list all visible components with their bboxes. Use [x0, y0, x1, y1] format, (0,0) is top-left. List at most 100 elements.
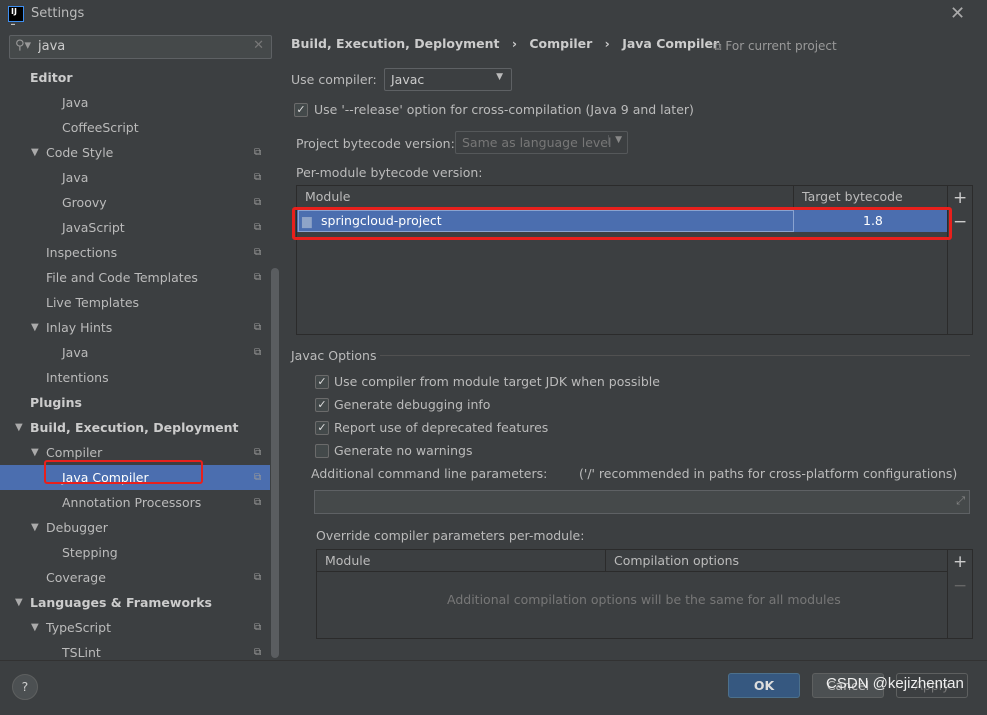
help-button[interactable]: ? — [12, 674, 38, 700]
close-icon[interactable]: ✕ — [950, 3, 965, 24]
sidebar-item[interactable]: JavaScript ⧉ — [0, 215, 270, 240]
sidebar-item[interactable]: Groovy ⧉ — [0, 190, 270, 215]
sidebar-item[interactable]: Inspections ⧉ — [0, 240, 270, 265]
sidebar-item-label: Inspections — [46, 245, 118, 260]
scope-label: ⧉ For current project — [713, 39, 837, 53]
sidebar-item-label: Coverage — [46, 570, 106, 585]
sidebar-item[interactable]: Live Templates — [0, 290, 270, 315]
javac-section-title: Javac Options — [291, 348, 377, 363]
clear-icon[interactable]: ✕ — [253, 38, 264, 53]
sidebar-scrollbar[interactable] — [271, 268, 279, 658]
release-option-checkbox[interactable]: ✓ — [294, 103, 308, 117]
sidebar-item[interactable]: Stepping — [0, 540, 270, 565]
sidebar-item[interactable]: ▼ Languages & Frameworks — [0, 590, 270, 615]
javac-option-label: Use compiler from module target JDK when… — [334, 374, 660, 389]
sidebar-item-label: Debugger — [46, 520, 108, 535]
project-scope-icon: ⧉ — [254, 472, 262, 483]
breadcrumb: Build, Execution, Deployment › Compiler … — [291, 36, 720, 51]
sidebar-item-label: Build, Execution, Deployment — [30, 420, 239, 435]
sidebar-item[interactable]: ▼ TypeScript ⧉ — [0, 615, 270, 640]
project-scope-icon: ⧉ — [254, 622, 262, 633]
sidebar-item[interactable]: ▼ Inlay Hints ⧉ — [0, 315, 270, 340]
sidebar-item-label: CoffeeScript — [62, 120, 139, 135]
sidebar-item[interactable]: Annotation Processors ⧉ — [0, 490, 270, 515]
sidebar-item[interactable]: Editor — [0, 65, 270, 90]
javac-option-checkbox[interactable]: ✓ — [315, 421, 329, 435]
project-scope-icon: ⧉ — [254, 347, 262, 358]
sidebar-item[interactable]: File and Code Templates ⧉ — [0, 265, 270, 290]
expand-arrow-icon[interactable]: ▼ — [15, 415, 23, 440]
sidebar-item-label: Languages & Frameworks — [30, 595, 212, 610]
sidebar-item[interactable]: ▼ Build, Execution, Deployment — [0, 415, 270, 440]
sidebar-item-label: TypeScript — [46, 620, 111, 635]
sidebar-item-label: Java — [62, 345, 89, 360]
javac-option-checkbox[interactable] — [315, 444, 329, 458]
add-icon[interactable]: + — [953, 188, 967, 208]
javac-option-label: Generate no warnings — [334, 443, 473, 458]
chevron-down-icon: ▼ — [608, 135, 622, 145]
sidebar-item[interactable]: Plugins — [0, 390, 270, 415]
use-compiler-label: Use compiler: — [291, 72, 377, 87]
sidebar-item-label: Groovy — [62, 195, 107, 210]
column-header-module[interactable]: Module — [317, 550, 606, 572]
sidebar-item-label: Annotation Processors — [62, 495, 202, 510]
expand-arrow-icon[interactable]: ▼ — [31, 515, 39, 540]
sidebar-item[interactable]: Java ⧉ — [0, 340, 270, 365]
bytecode-version-select[interactable]: Same as language level ▼ — [455, 131, 628, 154]
main-panel: Build, Execution, Deployment › Compiler … — [280, 28, 987, 660]
sidebar-item[interactable]: ▼ Code Style ⧉ — [0, 140, 270, 165]
javac-option-checkbox[interactable]: ✓ — [315, 375, 329, 389]
breadcrumb-item[interactable]: Compiler — [529, 36, 592, 51]
column-header-compilation-options[interactable]: Compilation options — [606, 550, 947, 572]
project-scope-icon: ⧉ — [254, 272, 262, 283]
search-input[interactable]: ⚲▾ ✕ — [9, 35, 272, 59]
expand-arrow-icon[interactable]: ▼ — [31, 440, 39, 465]
project-scope-icon: ⧉ — [254, 572, 262, 583]
ok-button[interactable]: OK — [728, 673, 800, 698]
sidebar-item-label: Live Templates — [46, 295, 140, 310]
project-scope-icon: ⧉ — [254, 497, 262, 508]
remove-icon[interactable]: − — [953, 212, 967, 232]
add-icon[interactable]: + — [953, 552, 967, 572]
title-bar: IJ _ Settings ✕ — [0, 0, 987, 28]
project-scope-icon: ⧉ — [254, 172, 262, 183]
sidebar-item-label: Editor — [30, 70, 73, 85]
search-icon: ⚲▾ — [15, 38, 32, 53]
empty-state-text: Additional compilation options will be t… — [447, 592, 841, 607]
expand-arrow-icon[interactable]: ▼ — [31, 140, 39, 165]
sidebar-item[interactable]: Intentions — [0, 365, 270, 390]
sidebar-item-label: Java — [62, 170, 89, 185]
breadcrumb-item[interactable]: Build, Execution, Deployment — [291, 36, 499, 51]
column-header-module[interactable]: Module — [297, 186, 794, 208]
javac-option-label: Report use of deprecated features — [334, 420, 549, 435]
sidebar-item-label: File and Code Templates — [46, 270, 198, 285]
column-header-target-version[interactable]: Target bytecode version — [794, 186, 947, 208]
additional-parameters-input[interactable]: ⤢ — [314, 490, 970, 514]
sidebar-item-label: Stepping — [62, 545, 118, 560]
chevron-down-icon: ▼ — [496, 72, 503, 82]
watermark: CSDN @kejizhentan — [826, 675, 964, 692]
project-scope-icon: ⧉ — [254, 222, 262, 233]
sidebar-item[interactable]: ▼ Debugger — [0, 515, 270, 540]
dialog-footer: ? OK Cancel Apply CSDN @kejizhentan — [0, 660, 987, 715]
sidebar-item-label: Java — [62, 95, 89, 110]
sidebar-item[interactable]: Coverage ⧉ — [0, 565, 270, 590]
remove-icon: − — [953, 576, 968, 596]
sidebar-item[interactable]: Java ⧉ — [0, 165, 270, 190]
search-field[interactable] — [38, 39, 238, 54]
intellij-logo-icon: IJ _ — [8, 6, 24, 25]
expand-arrow-icon[interactable]: ▼ — [31, 615, 39, 640]
project-scope-icon: ⧉ — [713, 39, 726, 53]
expand-icon[interactable]: ⤢ — [956, 494, 965, 508]
override-table: Module Compilation options + − Additiona… — [316, 549, 973, 639]
sidebar-item[interactable]: Java — [0, 90, 270, 115]
sidebar-item[interactable]: CoffeeScript — [0, 115, 270, 140]
compiler-select[interactable]: Javac ▼ — [384, 68, 512, 91]
window-title: Settings — [31, 6, 85, 21]
sidebar-item-label: Inlay Hints — [46, 320, 113, 335]
highlight-box — [44, 460, 203, 484]
highlight-box — [292, 207, 952, 240]
javac-option-checkbox[interactable]: ✓ — [315, 398, 329, 412]
expand-arrow-icon[interactable]: ▼ — [15, 590, 23, 615]
expand-arrow-icon[interactable]: ▼ — [31, 315, 39, 340]
